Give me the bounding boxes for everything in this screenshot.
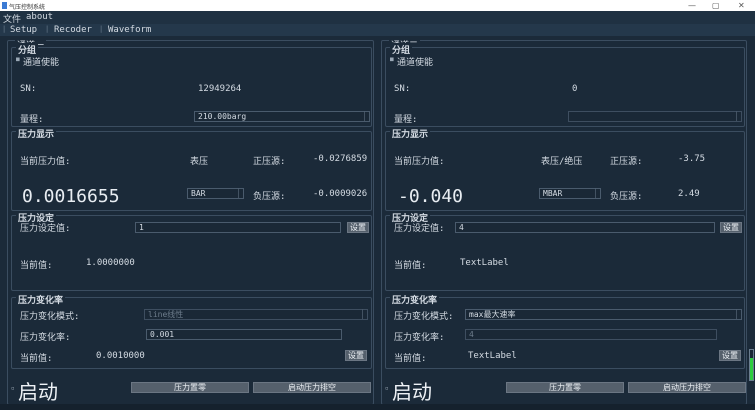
window-title: 气压控制系统 <box>9 4 46 11</box>
unit-combo[interactable]: BAR <box>187 188 244 199</box>
group-box: 分组 ■ 通道使能 SN: 12949264 量程: 210.00barg <box>11 43 372 127</box>
rate-mode-combo[interactable]: max最大速率 <box>465 309 742 320</box>
rate-group: 压力变化率 压力变化模式: line线性 压力变化率: 0.001 当前值: 0… <box>11 293 372 369</box>
close-icon[interactable]: ✕ <box>738 0 745 11</box>
window-titlebar: 气压控制系统 — ▢ ✕ <box>0 0 755 11</box>
status-bar <box>0 404 755 410</box>
minimize-icon[interactable]: — <box>688 0 696 11</box>
zero-button[interactable]: 压力置零 <box>506 382 624 393</box>
start-label[interactable]: 启动 <box>392 376 432 405</box>
channel-enable-label[interactable]: 通道使能 <box>397 55 433 68</box>
tab-waveform[interactable]: Waveform <box>108 25 151 35</box>
set-button[interactable]: 设置 <box>720 222 742 233</box>
group-title: 压力显示 <box>390 127 431 140</box>
pressure-value: -0.040 <box>398 186 464 207</box>
tab-separator-icon: | <box>2 25 7 33</box>
set-value-label: 压力设定值: <box>20 224 71 234</box>
zero-button[interactable]: 压力置零 <box>131 382 249 393</box>
group-title: 压力变化率 <box>16 293 66 306</box>
exhaust-button[interactable]: 启动压力排空 <box>253 382 371 393</box>
negative-source-value: -0.0009026 <box>313 189 368 199</box>
rate-value-input[interactable]: 0.001 <box>146 329 342 340</box>
current-pressure-label: 当前压力值: <box>394 157 445 167</box>
range-label: 量程: <box>394 115 418 125</box>
rate-mode-label: 压力变化模式: <box>20 312 80 322</box>
pressure-display-group: 压力显示 当前压力值: 表压 正压源: -0.0276859 0.0016655… <box>11 127 372 211</box>
rate-group: 压力变化率 压力变化模式: max最大速率 压力变化率: 4 当前值: Text… <box>385 293 745 369</box>
tab-recoder[interactable]: Recoder <box>54 25 92 35</box>
group-box: 分组 ■ 通道使能 SN: 0 量程: <box>385 43 745 127</box>
set-button[interactable]: 设置 <box>345 350 367 361</box>
rate-value-label: 压力变化率: <box>394 333 445 343</box>
sn-label: SN: <box>20 84 37 94</box>
tab-separator-icon: | <box>45 25 50 33</box>
pressure-display-group: 压力显示 当前压力值: 表压/绝压 正压源: -3.75 -0.040 MBAR… <box>385 127 745 211</box>
current-value-label: 当前值: <box>394 354 427 364</box>
positive-source-label: 正压源: <box>610 157 643 167</box>
negative-source-value: 2.49 <box>678 189 700 199</box>
tab-bar: | Setup | Recoder | Waveform <box>0 24 755 36</box>
maximize-icon[interactable]: ▢ <box>712 0 720 11</box>
vertical-scrollbar[interactable] <box>749 349 754 381</box>
negative-source-label: 负压源: <box>610 192 643 202</box>
sn-label: SN: <box>394 84 411 94</box>
sn-value: 12949264 <box>198 84 242 94</box>
set-button[interactable]: 设置 <box>719 350 741 361</box>
pressure-type-label: 表压/绝压 <box>541 157 583 167</box>
negative-source-label: 负压源: <box>253 192 286 202</box>
app-icon <box>2 2 7 9</box>
current-rate-value: 0.0010000 <box>96 351 145 361</box>
menu-about[interactable]: about <box>26 12 53 22</box>
current-pressure-label: 当前压力值: <box>20 157 71 167</box>
pressure-setting-group: 压力设定 压力设定值: 4 设置 当前值: TextLabel <box>385 211 745 291</box>
current-value-label: 当前值: <box>20 261 53 271</box>
group-title: 压力变化率 <box>390 293 440 306</box>
rate-mode-label: 压力变化模式: <box>394 312 454 322</box>
pressure-value: 0.0016655 <box>22 186 120 207</box>
tab-setup[interactable]: Setup <box>10 25 37 35</box>
set-value-input[interactable]: 4 <box>455 222 715 233</box>
range-combo[interactable]: 210.00barg <box>194 111 370 122</box>
rate-mode-combo[interactable]: line线性 <box>144 309 368 320</box>
set-value-input[interactable]: 1 <box>135 222 341 233</box>
positive-source-label: 正压源: <box>253 157 286 167</box>
set-button[interactable]: 设置 <box>347 222 369 233</box>
current-set-value: 1.0000000 <box>86 258 135 268</box>
current-rate-value: TextLabel <box>468 351 517 361</box>
unit-combo[interactable]: MBAR <box>539 188 601 199</box>
scrollbar-thumb[interactable] <box>750 358 753 380</box>
current-value-label: 当前值: <box>394 261 427 271</box>
current-value-label: 当前值: <box>20 354 53 364</box>
channel-enable-label[interactable]: 通道使能 <box>23 55 59 68</box>
range-combo[interactable] <box>568 111 742 122</box>
channel-panel-2: 通道二 分组 ■ 通道使能 SN: 0 量程: 压力显示 当前压力值: 表压/绝… <box>381 38 747 405</box>
positive-source-value: -3.75 <box>678 154 706 164</box>
checkbox-icon[interactable]: ■ <box>390 56 394 63</box>
menu-bar: 文件 about <box>0 11 755 25</box>
start-label[interactable]: 启动 <box>18 376 58 405</box>
group-title: 压力显示 <box>16 127 57 140</box>
rate-value-input[interactable]: 4 <box>465 329 717 340</box>
rate-value-label: 压力变化率: <box>20 333 71 343</box>
start-indicator-icon: ▫ <box>11 385 15 392</box>
pressure-type-label: 表压 <box>190 157 209 167</box>
sn-value: 0 <box>572 84 578 94</box>
pressure-setting-group: 压力设定 压力设定值: 1 设置 当前值: 1.0000000 <box>11 211 372 291</box>
checkbox-icon[interactable]: ■ <box>16 56 20 63</box>
current-set-value: TextLabel <box>460 258 509 268</box>
exhaust-button[interactable]: 启动压力排空 <box>628 382 746 393</box>
tab-separator-icon: | <box>99 25 104 33</box>
positive-source-value: -0.0276859 <box>313 154 368 164</box>
set-value-label: 压力设定值: <box>394 224 445 234</box>
channel-panel-1: 通道一 分组 ■ 通道使能 SN: 12949264 量程: 210.00bar… <box>7 38 374 405</box>
range-label: 量程: <box>20 115 44 125</box>
start-indicator-icon: ▫ <box>385 385 389 392</box>
